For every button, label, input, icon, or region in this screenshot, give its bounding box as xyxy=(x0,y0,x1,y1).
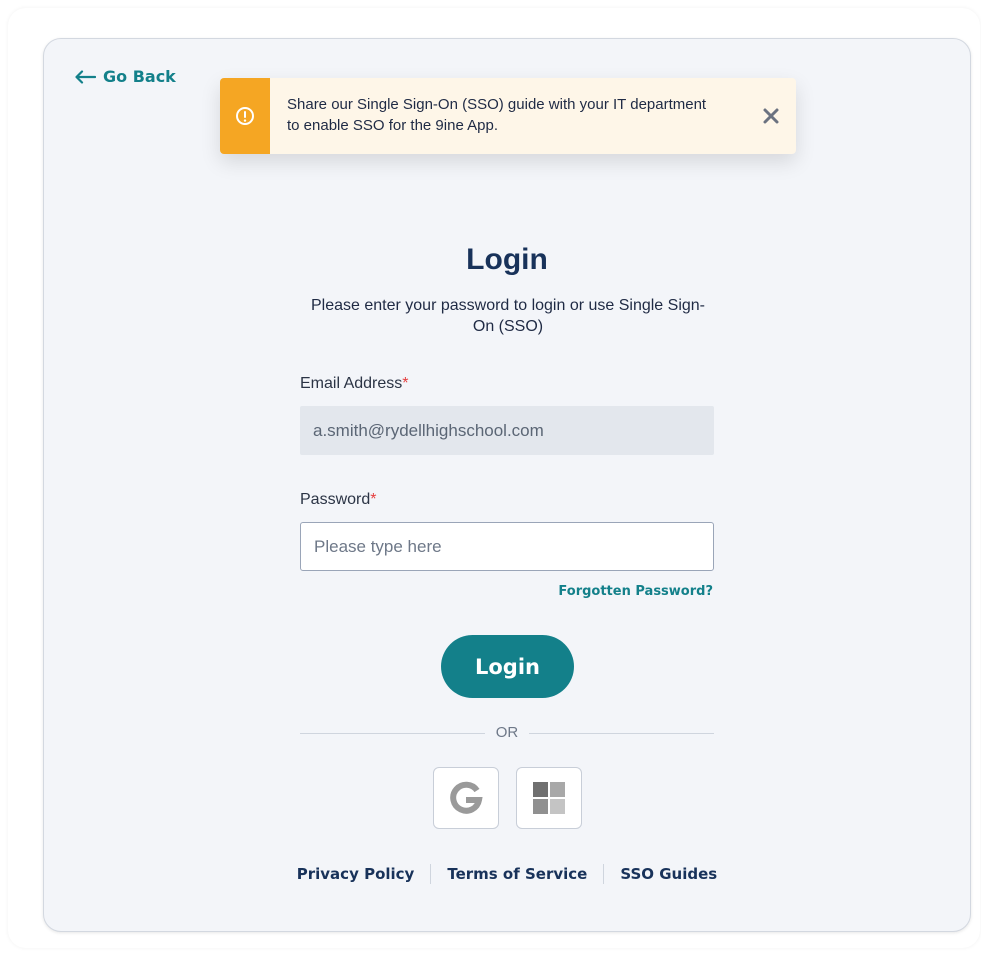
password-label: Password* xyxy=(300,491,376,509)
google-sso-button[interactable] xyxy=(433,767,499,829)
toast-accent xyxy=(220,78,270,154)
arrow-left-icon xyxy=(75,69,96,84)
sso-guides-link[interactable]: SSO Guides xyxy=(620,865,717,883)
google-icon xyxy=(450,781,483,814)
go-back-label: Go Back xyxy=(103,67,176,86)
password-input[interactable] xyxy=(300,522,714,571)
page-subtitle: Please enter your password to login or u… xyxy=(311,297,705,335)
divider-line-right xyxy=(529,733,714,734)
required-marker: * xyxy=(370,491,377,508)
close-icon[interactable] xyxy=(762,107,780,129)
alert-icon xyxy=(236,107,254,125)
go-back-link[interactable]: Go Back xyxy=(74,67,176,86)
privacy-policy-link[interactable]: Privacy Policy xyxy=(297,865,415,883)
terms-of-service-link[interactable]: Terms of Service xyxy=(447,865,587,883)
toast-message: Share our Single Sign-On (SSO) guide wit… xyxy=(287,96,707,134)
email-label: Email Address* xyxy=(300,375,409,393)
microsoft-icon xyxy=(533,782,565,814)
sso-notification: Share our Single Sign-On (SSO) guide wit… xyxy=(220,78,796,154)
or-divider: OR xyxy=(300,724,714,741)
footer-separator xyxy=(603,864,605,884)
required-marker: * xyxy=(402,375,409,392)
page-container: Go Back Share our Single Sign-On (SSO) g… xyxy=(8,8,980,948)
email-field: a.smith@rydellhighschool.com xyxy=(300,406,714,455)
footer-links: Privacy Policy Terms of Service SSO Guid… xyxy=(44,864,970,884)
email-label-text: Email Address xyxy=(300,375,403,392)
footer-separator xyxy=(430,864,432,884)
login-card: Go Back Share our Single Sign-On (SSO) g… xyxy=(43,38,971,932)
forgot-password-link[interactable]: Forgotten Password? xyxy=(558,584,713,599)
page-title: Login xyxy=(466,243,548,276)
password-label-text: Password xyxy=(300,491,371,508)
microsoft-sso-button[interactable] xyxy=(516,767,582,829)
login-button[interactable]: Login xyxy=(441,635,574,698)
